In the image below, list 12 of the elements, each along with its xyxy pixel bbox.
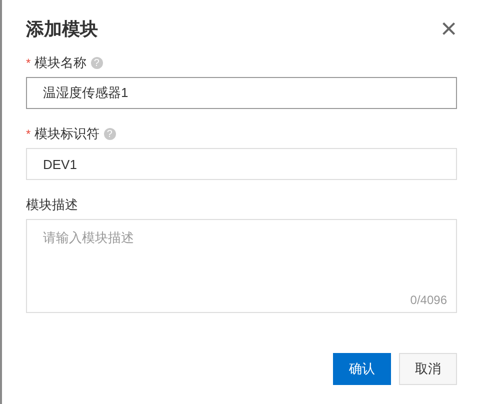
confirm-button[interactable]: 确认 bbox=[333, 353, 391, 385]
cancel-button[interactable]: 取消 bbox=[399, 353, 457, 385]
dialog-title: 添加模块 bbox=[26, 18, 98, 41]
text-field[interactable]: 温湿度传感器1 bbox=[26, 77, 457, 109]
field-label: 模块标识符 bbox=[34, 125, 100, 143]
field-label: 模块名称 bbox=[34, 54, 87, 72]
close-button[interactable]: × bbox=[440, 18, 457, 40]
text-field[interactable]: DEV1 bbox=[26, 148, 457, 180]
field-label: 模块描述 bbox=[26, 196, 78, 214]
required-mark: * bbox=[26, 56, 31, 70]
character-counter: 0/4096 bbox=[410, 293, 447, 307]
required-mark: * bbox=[26, 127, 31, 141]
